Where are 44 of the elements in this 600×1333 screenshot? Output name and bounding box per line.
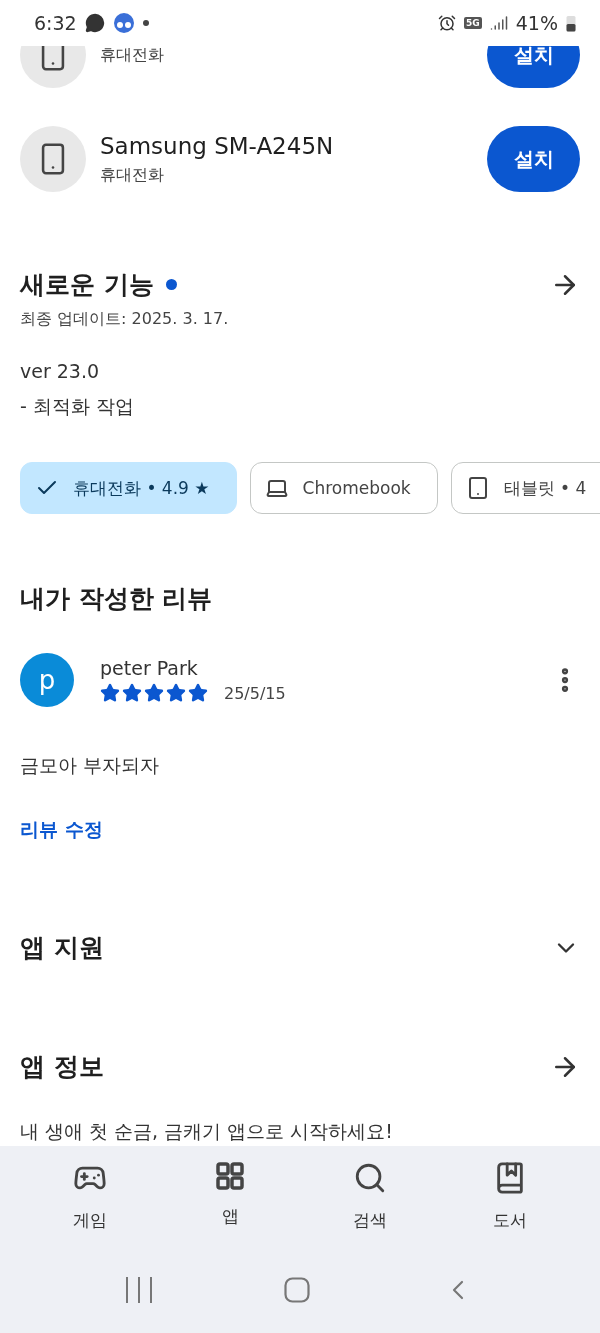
device-filter-chip[interactable]: 태블릿 • 4: [450, 462, 600, 514]
signal-icon: [489, 14, 508, 32]
update-date: 최종 업데이트: 2025. 3. 17.: [20, 309, 230, 330]
review-date: 25/5/15: [224, 683, 286, 703]
battery-percent: 41%: [515, 12, 558, 34]
star-icon: [122, 683, 142, 703]
star-icon: [100, 683, 120, 703]
recent-apps-icon[interactable]: [126, 1277, 152, 1303]
dot-icon: [142, 20, 149, 26]
release-note: ver 23.0: [20, 360, 101, 382]
alarm-icon: [438, 14, 457, 32]
edit-review-link[interactable]: 리뷰 수정: [20, 817, 580, 843]
section-title: 앱 정보: [20, 1051, 104, 1083]
network-type: 5G: [464, 17, 482, 29]
device-filter-chip[interactable]: 휴대전화 • 4.9 ★: [20, 462, 237, 514]
new-indicator-dot: [165, 279, 177, 290]
notification-avatar-icon: [112, 12, 135, 34]
device-type: 휴대전화: [100, 164, 165, 186]
section-title: 새로운 기능: [20, 269, 154, 301]
review-text: 금모아 부자되자: [20, 753, 161, 778]
app-description: 내 생애 첫 순금, 금캐기 앱으로 시작하세요!: [20, 1119, 394, 1144]
release-note: - 최적화 작업: [20, 394, 135, 419]
star-icon: [166, 683, 186, 703]
home-icon[interactable]: [284, 1277, 310, 1303]
section-title: 앱 지원: [20, 932, 104, 964]
device-type: 휴대전화: [100, 46, 165, 66]
user-avatar: p: [20, 653, 74, 707]
nav-tab[interactable]: 게임: [40, 1160, 140, 1233]
chat-bubble-icon: [84, 13, 105, 33]
device-name: Samsung SM-A245N: [100, 132, 335, 159]
device-filter-chip[interactable]: Chromebook: [249, 462, 438, 514]
nav-tab[interactable]: 도서: [460, 1160, 560, 1233]
nav-tab[interactable]: 검색: [320, 1160, 420, 1233]
apps-grid-icon: [215, 1161, 245, 1191]
search-icon: [353, 1161, 387, 1195]
install-button[interactable]: 설치: [487, 126, 580, 192]
star-icon: [144, 683, 164, 703]
battery-icon: [566, 14, 576, 32]
nav-tab[interactable]: 앱: [180, 1160, 280, 1233]
install-button[interactable]: 설치: [487, 46, 580, 88]
section-title: 내가 작성한 리뷰: [20, 583, 213, 615]
reviewer-name: peter Park: [100, 657, 199, 679]
clock-time: 6:32: [34, 12, 77, 34]
star-icon: [188, 683, 208, 703]
